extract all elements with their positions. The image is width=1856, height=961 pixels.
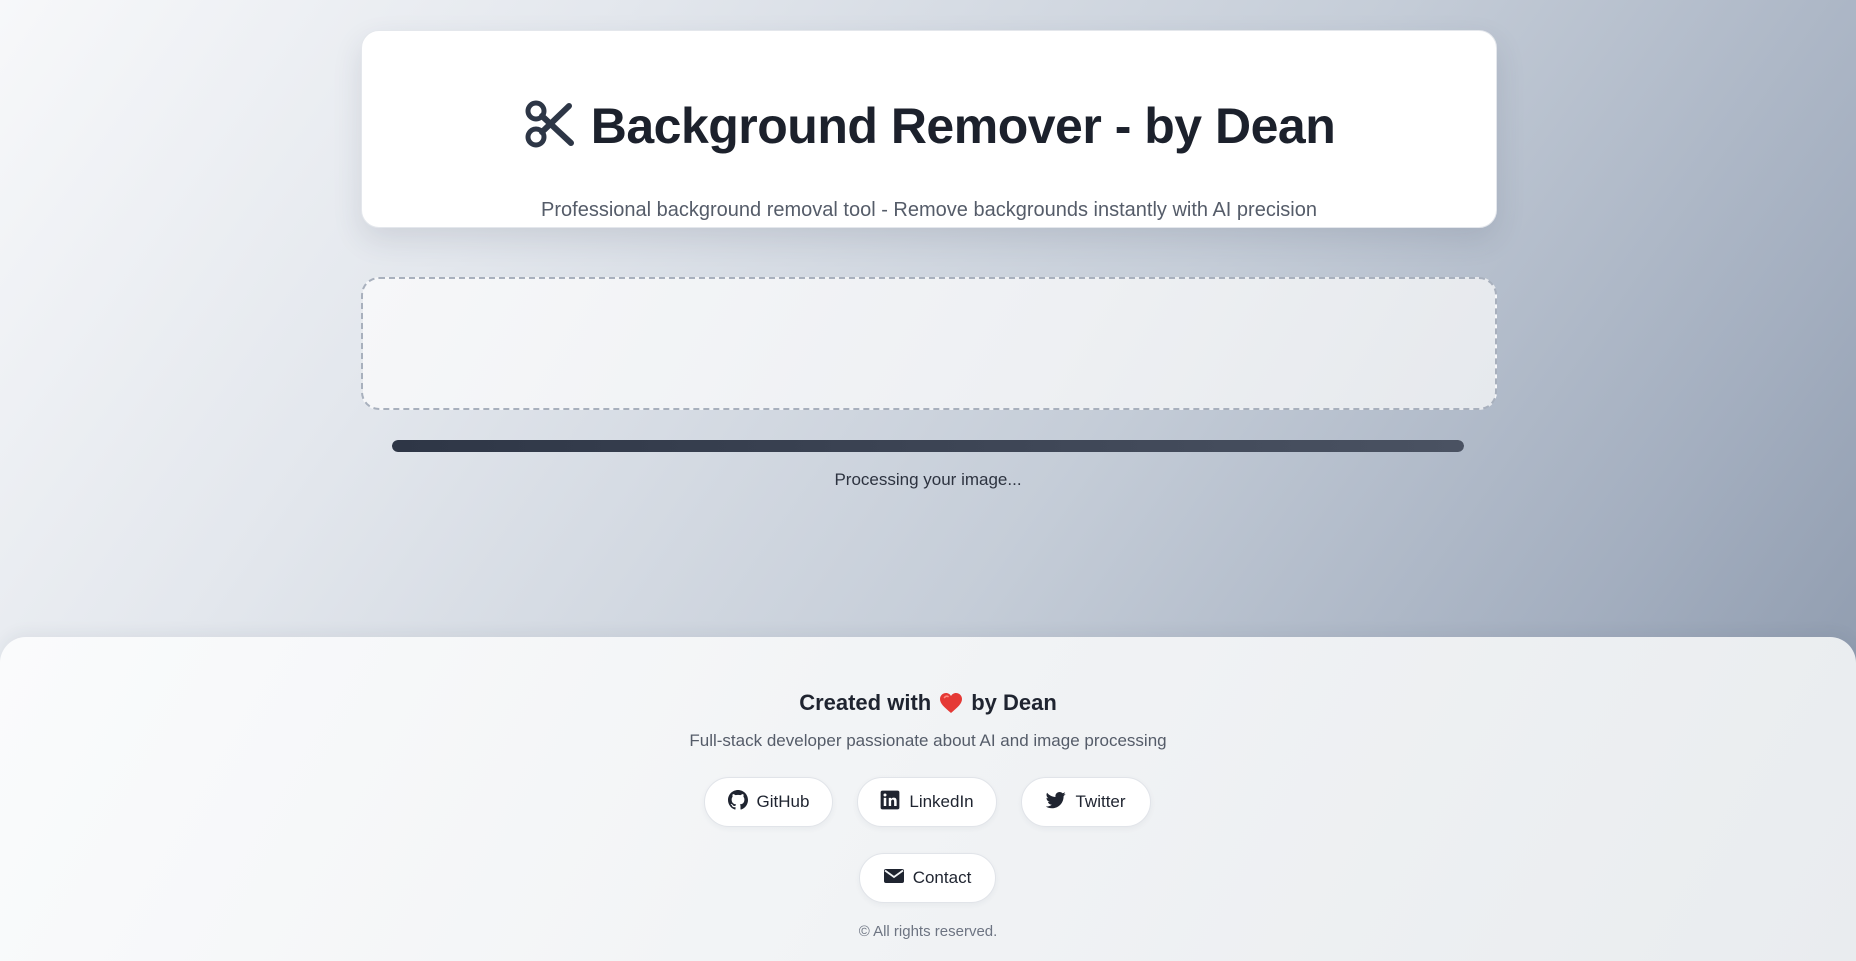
twitter-link[interactable]: Twitter [1021, 777, 1151, 827]
tagline: Full-stack developer passionate about AI… [689, 731, 1167, 750]
mail-icon [883, 866, 904, 891]
page-title: Background Remover - by Dean [590, 98, 1336, 154]
github-link[interactable]: GitHub [704, 777, 833, 827]
github-icon [727, 789, 748, 815]
heart-icon [939, 692, 963, 714]
progress-label: Processing your image... [834, 470, 1022, 489]
contact-link[interactable]: Contact [859, 853, 996, 903]
created-prefix: Created with [799, 690, 932, 715]
linkedin-label: LinkedIn [909, 792, 974, 811]
progress-fill [392, 440, 1464, 452]
header-card: Background Remover - by Dean Professiona… [361, 30, 1497, 228]
twitter-icon [1046, 790, 1067, 815]
title-row: Background Remover - by Dean [362, 97, 1496, 155]
contact-label: Contact [912, 868, 972, 887]
scissors-icon [523, 98, 575, 155]
linkedin-link[interactable]: LinkedIn [857, 777, 997, 827]
created-suffix: by Dean [971, 690, 1057, 715]
upload-dropzone[interactable] [361, 277, 1497, 410]
progress-bar [392, 440, 1464, 452]
page-subtitle: Professional background removal tool - R… [541, 199, 1317, 221]
created-by: Created with by Dean [0, 690, 1856, 716]
github-label: GitHub [756, 792, 810, 811]
linkedin-icon [880, 790, 900, 815]
footer: Created with by Dean Full-stack develope… [0, 637, 1856, 961]
copyright: © All rights reserved. [858, 923, 998, 940]
twitter-label: Twitter [1075, 792, 1126, 811]
